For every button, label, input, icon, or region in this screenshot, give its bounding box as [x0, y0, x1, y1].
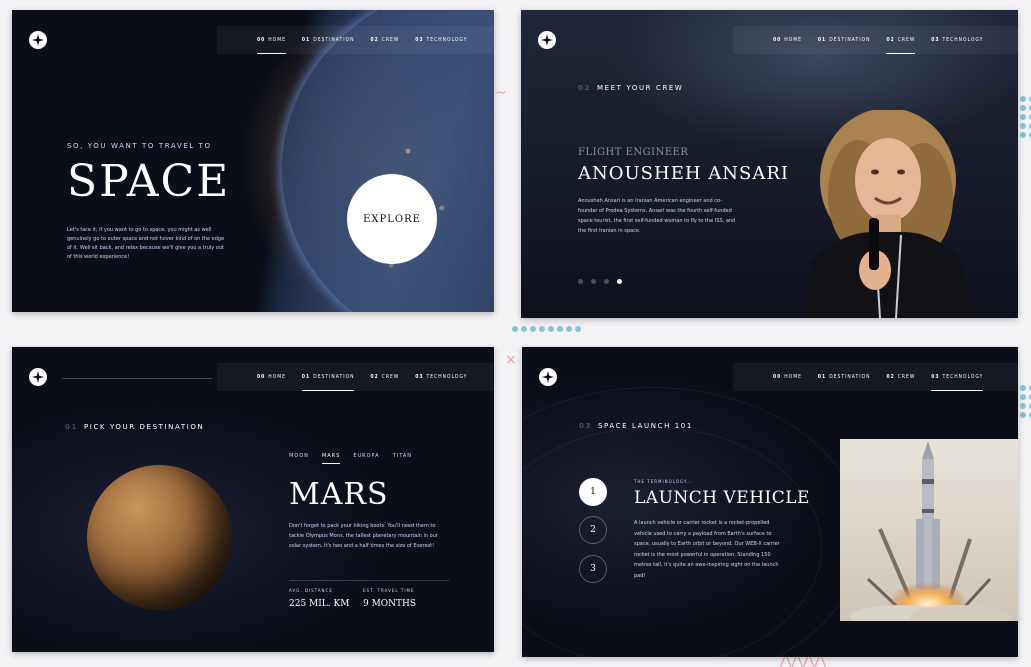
pagination-dot[interactable]: [578, 279, 583, 284]
main-nav: 00 HOME 01 DESTINATION 02 CREW 03 TECHNOLOGY: [217, 363, 494, 391]
pagination-dot-active[interactable]: [617, 279, 622, 284]
nav-item-home[interactable]: 00 HOME: [257, 26, 286, 54]
nav-divider-line: [62, 378, 212, 379]
main-nav: 00 HOME 01 DESTINATION 02 CREW 03 TECHNOLOGY: [733, 26, 1018, 54]
section-heading: 03 SPACE LAUNCH 101: [579, 422, 693, 430]
home-subtitle: SO, YOU WANT TO TRAVEL TO: [67, 142, 212, 150]
nav-item-destination[interactable]: 01 DESTINATION: [818, 363, 871, 391]
nav-item-home[interactable]: 00 HOME: [773, 26, 802, 54]
decorative-dots: [1020, 96, 1031, 138]
divider: [289, 580, 449, 581]
nav-item-technology[interactable]: 03 TECHNOLOGY: [415, 363, 467, 391]
nav-item-home[interactable]: 00 HOME: [257, 363, 286, 391]
tab-mars[interactable]: MARS: [321, 453, 341, 464]
tab-titan[interactable]: TITAN: [393, 453, 412, 464]
crew-role: FLIGHT ENGINEER: [578, 147, 689, 158]
distance-label: AVG. DISTANCE: [289, 588, 333, 593]
decorative-squiggle: ×: [505, 352, 517, 368]
home-text: Let's face it; if you want to go to spac…: [67, 227, 225, 260]
decorative-squiggle: ~: [495, 85, 507, 101]
crew-name: ANOUSHEH ANSARI: [578, 163, 790, 184]
section-heading: 01 PICK YOUR DESTINATION: [65, 423, 205, 431]
pagination-dot[interactable]: [591, 279, 596, 284]
nav-item-crew[interactable]: 02 CREW: [886, 363, 915, 391]
tech-step-3[interactable]: 3: [579, 555, 607, 583]
logo-icon[interactable]: [538, 31, 556, 49]
pagination-dot[interactable]: [604, 279, 609, 284]
explore-button[interactable]: EXPLORE: [347, 174, 437, 264]
technology-screen: 00 HOME 01 DESTINATION 02 CREW 03 TECHNOLOGY…: [522, 347, 1018, 657]
decorative-dots: [1020, 385, 1031, 418]
main-nav: 00 HOME 01 DESTINATION 02 CREW 03 TECHNOLOGY: [733, 363, 1018, 391]
nav-item-crew[interactable]: 02 CREW: [886, 26, 916, 54]
nav-item-home[interactable]: 00 HOME: [773, 363, 802, 391]
tab-moon[interactable]: MOON: [289, 453, 309, 464]
travel-stat: EST. TRAVEL TIME 9 MONTHS: [363, 588, 416, 609]
logo-icon[interactable]: [539, 368, 557, 386]
tech-terminology-label: THE TERMINOLOGY...: [634, 479, 694, 484]
logo-icon[interactable]: [29, 368, 47, 386]
nav-item-technology[interactable]: 03 TECHNOLOGY: [931, 363, 984, 391]
home-title: SPACE: [67, 156, 231, 207]
tech-step-2[interactable]: 2: [579, 516, 607, 544]
tab-europa[interactable]: EUROPA: [353, 453, 379, 464]
nav-item-destination[interactable]: 01 DESTINATION: [302, 26, 355, 54]
main-nav: 00 HOME 01 DESTINATION 02 CREW 03 TECHNOLOGY: [217, 26, 494, 54]
tech-name: LAUNCH VEHICLE: [634, 488, 810, 508]
crew-screen: 00 HOME 01 DESTINATION 02 CREW 03 TECHNOLOGY…: [521, 10, 1018, 318]
destination-name: MARS: [289, 477, 389, 512]
section-heading: 02 MEET YOUR CREW: [578, 84, 684, 92]
home-screen: 00 HOME 01 DESTINATION 02 CREW 03 TECHNOLOGY…: [12, 10, 494, 312]
travel-value: 9 MONTHS: [363, 599, 417, 609]
nav-item-crew[interactable]: 02 CREW: [370, 363, 399, 391]
tech-step-1[interactable]: 1: [579, 478, 607, 506]
destination-screen: 00 HOME 01 DESTINATION 02 CREW 03 TECHNOLOGY…: [12, 347, 494, 652]
destination-description: Don't forget to pack your hiking boots. …: [289, 523, 438, 549]
tech-description: A launch vehicle or carrier rocket is a …: [634, 520, 780, 579]
distance-stat: AVG. DISTANCE 225 MIL. KM: [289, 588, 349, 609]
crew-bio: Anousheh Ansari is an Iranian American e…: [578, 198, 736, 234]
nav-item-crew[interactable]: 02 CREW: [370, 26, 399, 54]
nav-item-destination[interactable]: 01 DESTINATION: [818, 26, 871, 54]
nav-item-technology[interactable]: 03 TECHNOLOGY: [415, 26, 467, 54]
destination-tabs: MOON MARS EUROPA TITAN: [289, 453, 412, 464]
nav-item-technology[interactable]: 03 TECHNOLOGY: [931, 26, 983, 54]
logo-icon[interactable]: [29, 31, 47, 49]
travel-label: EST. TRAVEL TIME: [363, 588, 415, 593]
crew-portrait: [803, 110, 973, 318]
mars-planet-image: [87, 465, 232, 610]
nav-item-destination[interactable]: 01 DESTINATION: [301, 363, 355, 391]
distance-value: 225 MIL. KM: [289, 599, 350, 609]
decorative-dots: [512, 326, 581, 332]
destination-background: [12, 347, 494, 652]
crew-pagination: [578, 279, 622, 284]
rocket-launch-image: [840, 439, 1018, 621]
